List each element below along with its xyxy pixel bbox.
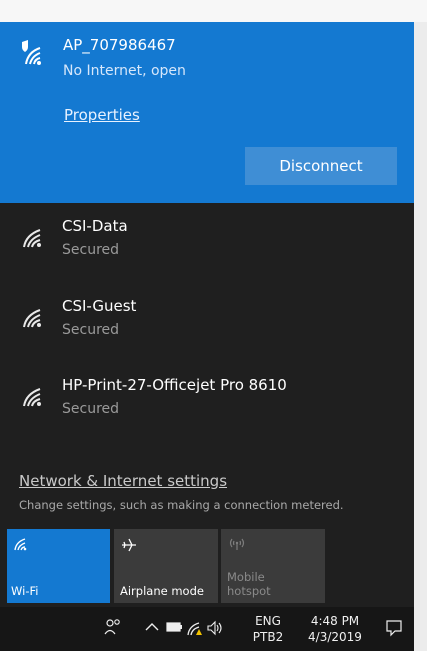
connected-network-name: AP_707986467 bbox=[63, 36, 176, 54]
wifi-warning-icon[interactable] bbox=[186, 620, 204, 639]
network-status: Secured bbox=[62, 322, 120, 338]
network-status: Secured bbox=[62, 401, 120, 417]
network-item[interactable]: HP-Print-27-Officejet Pro 8610 Secured bbox=[0, 371, 414, 427]
network-name: CSI-Guest bbox=[62, 297, 137, 315]
wifi-icon bbox=[20, 385, 48, 407]
language-label: ENG bbox=[255, 614, 281, 628]
language-indicator[interactable]: ENG PTB2 bbox=[250, 613, 286, 645]
disconnect-button[interactable]: Disconnect bbox=[245, 147, 397, 185]
network-name: CSI-Data bbox=[62, 217, 128, 235]
connected-network[interactable]: AP_707986467 No Internet, open Propertie… bbox=[0, 22, 414, 203]
hotspot-icon bbox=[227, 536, 247, 555]
network-item[interactable]: CSI-Data Secured bbox=[0, 212, 414, 268]
hotspot-label-line1: Mobile bbox=[227, 570, 265, 584]
people-icon[interactable] bbox=[104, 618, 122, 639]
network-name: HP-Print-27-Officejet Pro 8610 bbox=[62, 376, 287, 394]
airplane-mode-tile[interactable]: Airplane mode bbox=[114, 529, 218, 603]
connected-network-status: No Internet, open bbox=[63, 63, 186, 79]
keyboard-layout-label: PTB2 bbox=[252, 630, 284, 644]
hotspot-tile-label: Mobile hotspot bbox=[227, 570, 271, 598]
network-status: Secured bbox=[62, 242, 120, 258]
network-settings-description: Change settings, such as making a connec… bbox=[19, 498, 344, 512]
hotspot-label-line2: hotspot bbox=[227, 584, 271, 598]
wifi-toggle-tile[interactable]: Wi-Fi bbox=[7, 529, 110, 603]
wifi-shield-icon bbox=[20, 40, 48, 65]
network-item[interactable]: CSI-Guest Secured bbox=[0, 292, 414, 348]
wifi-icon bbox=[20, 306, 48, 328]
battery-icon[interactable] bbox=[166, 620, 184, 637]
wifi-icon bbox=[20, 226, 48, 248]
top-strip bbox=[0, 0, 427, 22]
action-center-icon[interactable] bbox=[385, 619, 403, 640]
airplane-icon bbox=[120, 536, 138, 558]
wifi-tile-label: Wi-Fi bbox=[11, 584, 39, 598]
airplane-tile-label: Airplane mode bbox=[120, 584, 204, 598]
taskbar: ENG PTB2 4:48 PM 4/3/2019 bbox=[0, 607, 414, 651]
desktop-edge bbox=[414, 22, 427, 651]
clock[interactable]: 4:48 PM 4/3/2019 bbox=[302, 613, 368, 645]
wifi-icon bbox=[13, 536, 29, 555]
date-label: 4/3/2019 bbox=[308, 630, 362, 644]
time-label: 4:48 PM bbox=[310, 614, 360, 628]
properties-link[interactable]: Properties bbox=[64, 106, 140, 124]
mobile-hotspot-tile: Mobile hotspot bbox=[221, 529, 325, 603]
volume-icon[interactable] bbox=[206, 620, 224, 639]
chevron-up-icon[interactable] bbox=[145, 621, 159, 635]
network-settings-link[interactable]: Network & Internet settings bbox=[19, 472, 227, 490]
network-flyout: AP_707986467 No Internet, open Propertie… bbox=[0, 22, 414, 651]
